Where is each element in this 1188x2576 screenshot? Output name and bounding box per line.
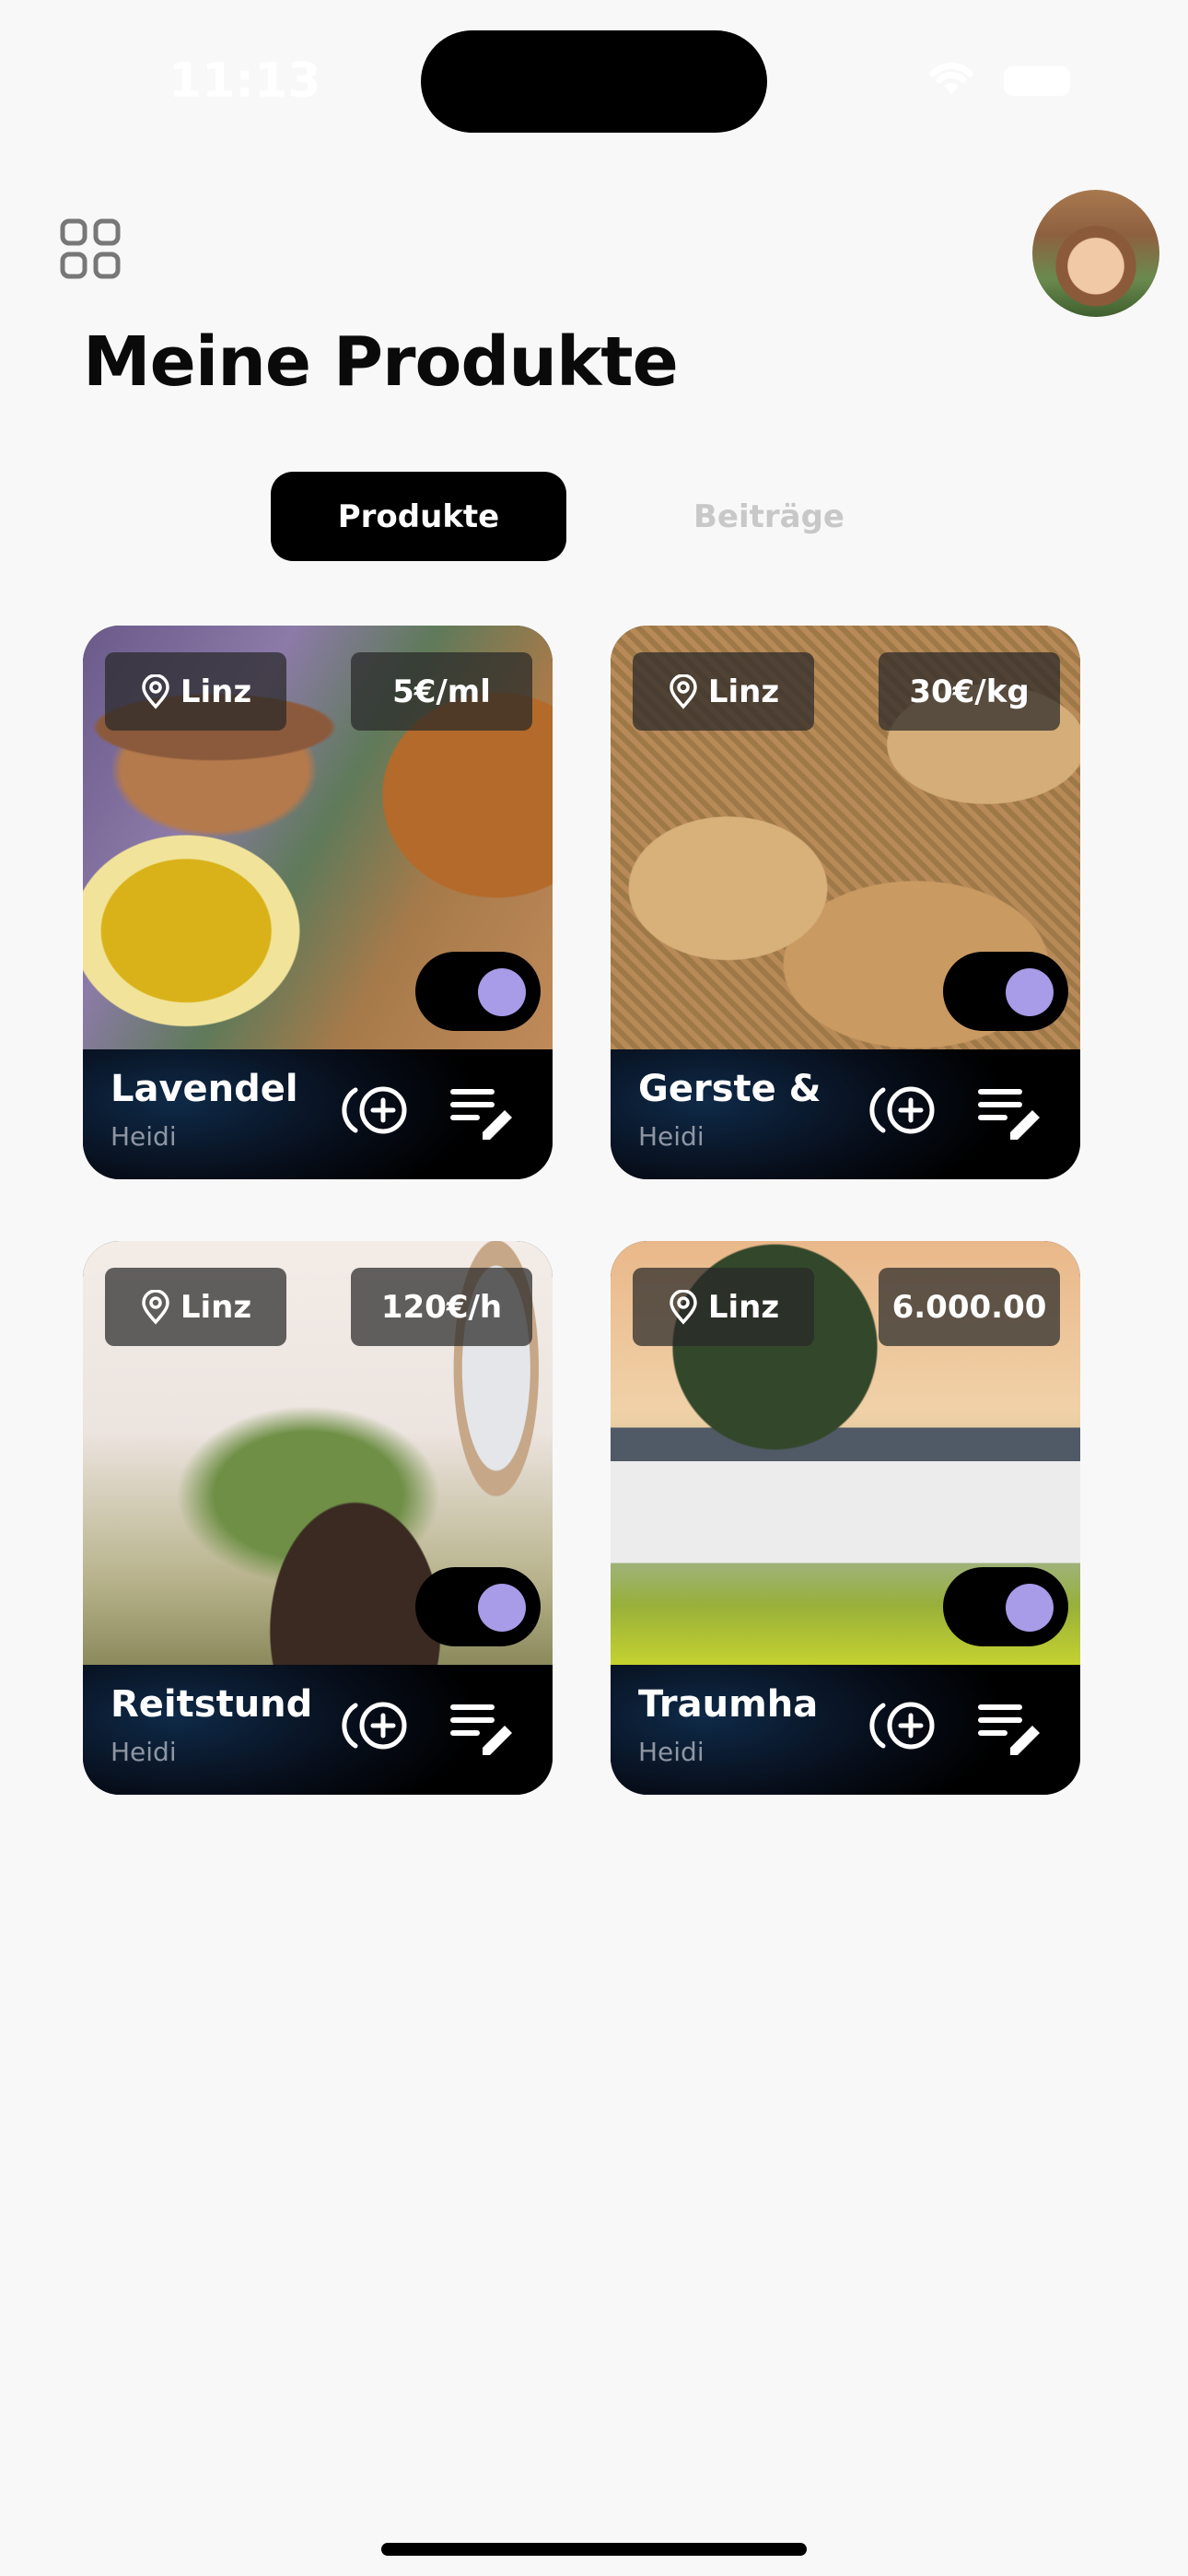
toggle-knob <box>478 968 526 1016</box>
pin-icon <box>670 673 697 709</box>
active-toggle[interactable] <box>415 1567 541 1646</box>
active-toggle[interactable] <box>415 952 541 1031</box>
edit-list-icon[interactable] <box>449 1083 516 1142</box>
location-badge: Linz <box>105 1268 286 1346</box>
product-card[interactable]: Linz 5€/ml Lavendel Heidi <box>83 626 553 1179</box>
add-circle-icon[interactable] <box>339 1698 413 1753</box>
price-badge: 30€/kg <box>879 652 1060 731</box>
grid-icon[interactable] <box>59 217 122 280</box>
battery-icon <box>1004 66 1070 96</box>
location-badge: Linz <box>633 652 814 731</box>
price-badge: 6.000.00 <box>879 1268 1060 1346</box>
location-label: Linz <box>180 1288 252 1326</box>
tab-beitraege[interactable]: Beiträge <box>645 472 893 561</box>
dynamic-island <box>421 30 767 133</box>
pin-icon <box>670 1289 697 1325</box>
product-card[interactable]: Linz 120€/h Reitstund Heidi <box>83 1241 553 1795</box>
product-owner: Heidi <box>111 1121 177 1152</box>
avatar[interactable] <box>1032 190 1159 317</box>
location-label: Linz <box>707 673 780 710</box>
price-badge: 120€/h <box>351 1268 532 1346</box>
location-label: Linz <box>707 1288 780 1326</box>
product-card[interactable]: Linz 6.000.00 Traumha Heidi <box>611 1241 1080 1795</box>
product-owner: Heidi <box>111 1737 177 1767</box>
location-badge: Linz <box>105 652 286 731</box>
pin-icon <box>142 1289 169 1325</box>
edit-list-icon[interactable] <box>449 1698 516 1757</box>
edit-list-icon[interactable] <box>977 1698 1043 1757</box>
toggle-knob <box>478 1584 526 1632</box>
product-name: Traumha <box>638 1683 819 1726</box>
toggle-knob <box>1006 968 1054 1016</box>
add-circle-icon[interactable] <box>867 1083 940 1138</box>
wifi-icon <box>929 63 973 94</box>
edit-list-icon[interactable] <box>977 1083 1043 1142</box>
product-name: Reitstund <box>111 1683 313 1726</box>
product-name: Gerste & <box>638 1068 821 1110</box>
add-circle-icon[interactable] <box>339 1083 413 1138</box>
home-indicator[interactable] <box>381 2543 807 2556</box>
location-label: Linz <box>180 673 252 710</box>
card-footer: Lavendel Heidi <box>83 1049 553 1179</box>
status-time: 11:13 <box>169 53 321 109</box>
price-badge: 5€/ml <box>351 652 532 731</box>
card-footer: Reitstund Heidi <box>83 1665 553 1795</box>
product-owner: Heidi <box>638 1737 705 1767</box>
page-title: Meine Produkte <box>83 322 679 402</box>
tab-produkte[interactable]: Produkte <box>271 472 566 561</box>
product-owner: Heidi <box>638 1121 705 1152</box>
card-footer: Gerste & Heidi <box>611 1049 1080 1179</box>
location-badge: Linz <box>633 1268 814 1346</box>
product-name: Lavendel <box>111 1068 298 1110</box>
add-circle-icon[interactable] <box>867 1698 940 1753</box>
active-toggle[interactable] <box>943 1567 1068 1646</box>
product-card[interactable]: Linz 30€/kg Gerste & Heidi <box>611 626 1080 1179</box>
pin-icon <box>142 673 169 709</box>
toggle-knob <box>1006 1584 1054 1632</box>
card-footer: Traumha Heidi <box>611 1665 1080 1795</box>
active-toggle[interactable] <box>943 952 1068 1031</box>
